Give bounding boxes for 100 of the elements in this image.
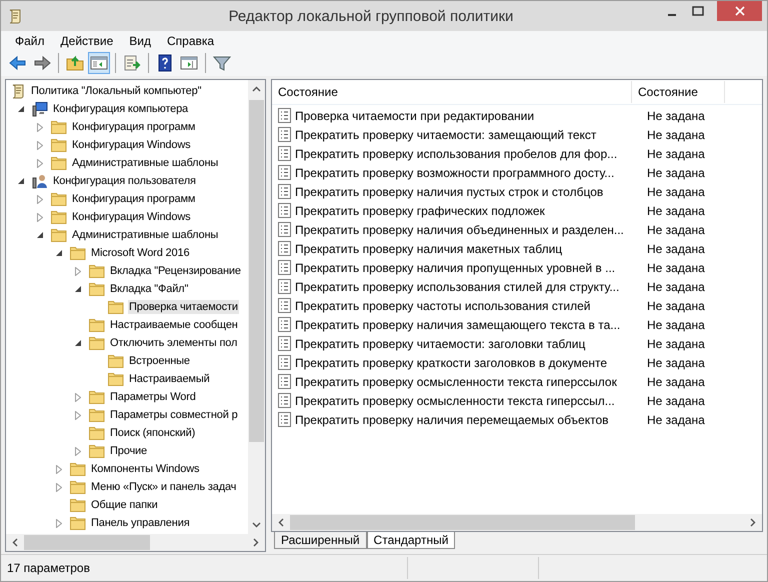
scroll-right-icon[interactable]	[253, 538, 259, 547]
expanded-icon[interactable]	[18, 178, 24, 184]
collapsed-icon[interactable]	[75, 392, 81, 402]
collapsed-icon[interactable]	[37, 140, 43, 150]
collapsed-icon[interactable]	[37, 158, 43, 168]
setting-name[interactable]: Прекратить проверку наличия макетных таблиц	[295, 242, 643, 256]
expanded-icon[interactable]	[75, 340, 81, 346]
tree-item[interactable]: Вкладка "Файл"	[109, 282, 190, 296]
tree-item[interactable]: Отключить элементы пол	[109, 336, 238, 350]
expanded-icon[interactable]	[37, 232, 43, 238]
tree-item[interactable]: Компоненты Windows	[90, 462, 200, 476]
folder-icon	[51, 138, 67, 152]
setting-name[interactable]: Прекратить проверку наличия объединенных и разделен...	[295, 222, 643, 236]
folder-icon	[51, 120, 67, 134]
setting-state: Не задана	[646, 222, 705, 236]
tree-item[interactable]: Проверка читаемости	[128, 300, 239, 314]
tree-item[interactable]: Поиск (японский)	[109, 426, 196, 440]
tree-item[interactable]: Настраиваемый	[128, 372, 211, 386]
setting-name[interactable]: Прекратить проверку читаемости: замещающий текст	[295, 128, 643, 142]
tree-item[interactable]: Вкладка "Рецензирование	[109, 264, 242, 278]
scroll-left-icon[interactable]	[278, 518, 284, 527]
close-button[interactable]	[717, 1, 762, 21]
view-tab[interactable]: Стандартный	[366, 532, 456, 549]
tree-item[interactable]: Меню «Пуск» и панель задач	[90, 480, 238, 494]
collapsed-icon[interactable]	[75, 266, 81, 276]
tree-item[interactable]: Параметры совместной р	[109, 408, 239, 422]
folder-icon	[89, 282, 105, 296]
collapsed-icon[interactable]	[56, 518, 62, 528]
tree-item[interactable]: Microsoft Word 2016	[90, 246, 190, 260]
scroll-left-icon[interactable]	[12, 538, 18, 547]
folder-icon	[70, 498, 86, 512]
window-title: Редактор локальной групповой политики	[228, 8, 514, 24]
folder-icon	[51, 192, 67, 206]
setting-name[interactable]: Проверка читаемости при редактировании	[295, 108, 643, 122]
tree-button[interactable]	[88, 52, 110, 74]
tree-item[interactable]: Настраиваемые сообщен	[109, 318, 239, 332]
folder-icon	[89, 444, 105, 458]
setting-state: Не задана	[646, 108, 705, 122]
menu-item[interactable]: Вид	[121, 34, 159, 48]
setting-name[interactable]: Прекратить проверку осмысленности текста гиперссыл...	[295, 394, 643, 408]
expanded-icon[interactable]	[75, 286, 81, 292]
menu-item[interactable]: Справка	[159, 34, 222, 48]
tree-item[interactable]: Конфигурация программ	[71, 120, 196, 134]
collapsed-icon[interactable]	[75, 410, 81, 420]
tree-item[interactable]: Общие папки	[90, 498, 159, 512]
collapsed-icon[interactable]	[37, 212, 43, 222]
tree-item[interactable]: Конфигурация Windows	[71, 138, 192, 152]
tree-item[interactable]: Конфигурация программ	[71, 192, 196, 206]
setting-name[interactable]: Прекратить проверку наличия пропущенных уровней в ...	[295, 260, 643, 274]
setting-name[interactable]: Прекратить проверку использования пробелов для фор...	[295, 146, 643, 160]
computer-icon	[32, 101, 48, 117]
setting-state: Не задана	[646, 128, 705, 142]
tree-item[interactable]: Конфигурация Windows	[71, 210, 192, 224]
setting-name[interactable]: Прекратить проверку использования стилей для структу...	[295, 280, 643, 294]
setting-icon	[278, 241, 291, 256]
setting-state: Не задана	[646, 280, 705, 294]
menu-item[interactable]: Действие	[52, 34, 122, 48]
setting-name[interactable]: Прекратить проверку частоты использования стилей	[295, 298, 643, 312]
setting-name[interactable]: Прекратить проверку наличия пустых строк и столбцов	[295, 184, 643, 198]
setting-name[interactable]: Прекратить проверку краткости заголовков в документе	[295, 356, 643, 370]
setting-state: Не задана	[646, 184, 705, 198]
setting-icon	[278, 298, 291, 313]
folder-icon	[70, 462, 86, 476]
expanded-icon[interactable]	[18, 106, 24, 112]
setting-icon	[278, 108, 291, 123]
collapsed-icon[interactable]	[75, 446, 81, 456]
vertical-scrollbar[interactable]	[248, 80, 265, 534]
collapsed-icon[interactable]	[37, 194, 43, 204]
folder-icon	[89, 336, 105, 350]
tree-item[interactable]: Прочие	[109, 444, 148, 458]
tree-item[interactable]: Конфигурация компьютера	[52, 102, 190, 116]
setting-icon	[278, 412, 291, 427]
setting-name[interactable]: Прекратить проверку наличия перемещаемых объектов	[295, 412, 643, 426]
tree-item[interactable]: Панель управления	[90, 516, 191, 530]
tree-item[interactable]: Параметры Word	[109, 390, 197, 404]
horizontal-scrollbar[interactable]	[272, 514, 762, 531]
menu-item[interactable]: Файл	[7, 34, 53, 48]
view-tab[interactable]: Расширенный	[274, 532, 367, 549]
folder-icon	[108, 354, 124, 368]
tree-item[interactable]: Административные шаблоны	[71, 156, 220, 170]
scroll-down-icon[interactable]	[252, 522, 261, 528]
scroll-right-icon[interactable]	[750, 518, 756, 527]
scroll-up-icon[interactable]	[252, 86, 261, 92]
tree-item[interactable]: Встроенные	[128, 354, 191, 368]
column-header[interactable]: Состояние	[632, 81, 725, 103]
tree-item[interactable]: Административные шаблоны	[71, 228, 220, 242]
setting-name[interactable]: Прекратить проверку наличия замещающего текста в та...	[295, 318, 643, 332]
horizontal-scrollbar[interactable]	[6, 534, 265, 551]
setting-name[interactable]: Прекратить проверку осмысленности текста гиперссылок	[295, 374, 643, 388]
expanded-icon[interactable]	[56, 250, 62, 256]
tree-item[interactable]: Политика "Локальный компьютер"	[30, 84, 202, 98]
setting-name[interactable]: Прекратить проверку читаемости: заголовки таблиц	[295, 336, 643, 350]
collapsed-icon[interactable]	[56, 464, 62, 474]
column-header[interactable]: Состояние	[272, 81, 632, 103]
setting-icon	[278, 393, 291, 408]
tree-item[interactable]: Конфигурация пользователя	[52, 174, 197, 188]
setting-name[interactable]: Прекратить проверку возможности программного досту...	[295, 166, 643, 180]
collapsed-icon[interactable]	[56, 482, 62, 492]
setting-name[interactable]: Прекратить проверку графических подложек	[295, 204, 643, 218]
collapsed-icon[interactable]	[37, 122, 43, 132]
